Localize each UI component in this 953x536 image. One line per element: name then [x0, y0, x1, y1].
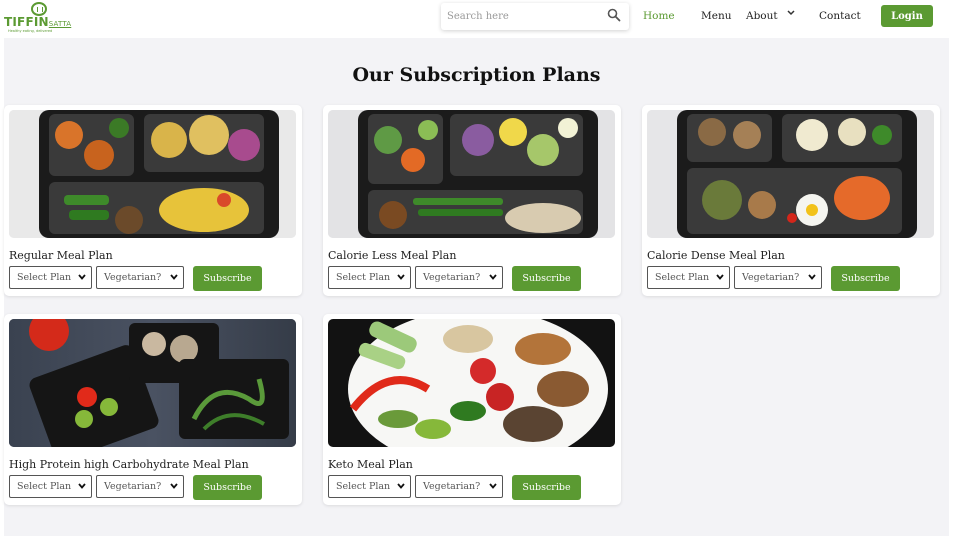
brand-logo[interactable]: TIFFINSATTA Healthy eating, delivered: [4, 2, 76, 34]
vegetarian-select-value: Vegetarian?: [423, 481, 481, 492]
subscribe-button[interactable]: Subscribe: [512, 266, 581, 291]
brand-name: TIFFINSATTA: [4, 15, 72, 29]
plan-select[interactable]: Select Plan: [328, 475, 411, 498]
chevron-down-icon: [78, 274, 86, 280]
plan-title: Calorie Dense Meal Plan: [647, 249, 785, 262]
plan-select-value: Select Plan: [17, 272, 72, 283]
chevron-down-icon: [170, 483, 178, 489]
search-icon[interactable]: [607, 8, 621, 22]
subscribe-button[interactable]: Subscribe: [512, 475, 581, 500]
navbar: TIFFINSATTA Healthy eating, delivered Ho…: [0, 0, 953, 38]
plan-select[interactable]: Select Plan: [9, 266, 92, 289]
vegetarian-select[interactable]: Vegetarian?: [96, 475, 184, 498]
chevron-down-icon: [170, 274, 178, 280]
search-input[interactable]: [447, 7, 597, 26]
nav-menu[interactable]: Menu: [701, 10, 732, 22]
plan-select-value: Select Plan: [336, 272, 391, 283]
subscribe-button[interactable]: Subscribe: [831, 266, 900, 291]
plan-card: Calorie Dense Meal Plan Select Plan Vege…: [642, 105, 940, 296]
chevron-down-icon: [489, 483, 497, 489]
plan-select-value: Select Plan: [17, 481, 72, 492]
meal-image: [647, 110, 934, 238]
nav-contact[interactable]: Contact: [819, 10, 861, 22]
vegetarian-select-value: Vegetarian?: [104, 481, 162, 492]
subscription-section: Our Subscription Plans Regular Meal Plan…: [4, 38, 949, 536]
vegetarian-select-value: Vegetarian?: [423, 272, 481, 283]
plan-select-value: Select Plan: [336, 481, 391, 492]
vegetarian-select[interactable]: Vegetarian?: [415, 475, 503, 498]
vegetarian-select-value: Vegetarian?: [742, 272, 800, 283]
chevron-down-icon: [397, 274, 405, 280]
plan-select-value: Select Plan: [655, 272, 710, 283]
plan-card: High Protein high Carbohydrate Meal Plan…: [4, 314, 302, 505]
vegetarian-select[interactable]: Vegetarian?: [734, 266, 822, 289]
vegetarian-select-value: Vegetarian?: [104, 272, 162, 283]
plan-title: Calorie Less Meal Plan: [328, 249, 457, 262]
search-box: [441, 3, 629, 30]
chevron-down-icon[interactable]: [786, 9, 796, 17]
chevron-down-icon: [808, 274, 816, 280]
chevron-down-icon: [716, 274, 724, 280]
vegetarian-select[interactable]: Vegetarian?: [415, 266, 503, 289]
plan-select[interactable]: Select Plan: [647, 266, 730, 289]
brand-tagline: Healthy eating, delivered: [8, 29, 53, 33]
vegetarian-select[interactable]: Vegetarian?: [96, 266, 184, 289]
plan-select[interactable]: Select Plan: [328, 266, 411, 289]
page-title: Our Subscription Plans: [352, 64, 601, 86]
nav-home[interactable]: Home: [643, 10, 675, 22]
meal-image: [9, 110, 296, 238]
plan-card: Regular Meal Plan Select Plan Vegetarian…: [4, 105, 302, 296]
chevron-down-icon: [489, 274, 497, 280]
plan-card: Keto Meal Plan Select Plan Vegetarian? S…: [323, 314, 621, 505]
meal-image: [328, 110, 615, 238]
plan-card: Calorie Less Meal Plan Select Plan Veget…: [323, 105, 621, 296]
login-button[interactable]: Login: [881, 5, 933, 27]
meal-image: [328, 319, 615, 447]
plan-title: High Protein high Carbohydrate Meal Plan: [9, 458, 249, 471]
plan-title: Regular Meal Plan: [9, 249, 113, 262]
chevron-down-icon: [78, 483, 86, 489]
plan-title: Keto Meal Plan: [328, 458, 413, 471]
nav-about[interactable]: About: [746, 10, 778, 22]
plan-select[interactable]: Select Plan: [9, 475, 92, 498]
subscribe-button[interactable]: Subscribe: [193, 266, 262, 291]
tiffin-logo-icon: [31, 2, 47, 16]
meal-image: [9, 319, 296, 447]
chevron-down-icon: [397, 483, 405, 489]
subscribe-button[interactable]: Subscribe: [193, 475, 262, 500]
